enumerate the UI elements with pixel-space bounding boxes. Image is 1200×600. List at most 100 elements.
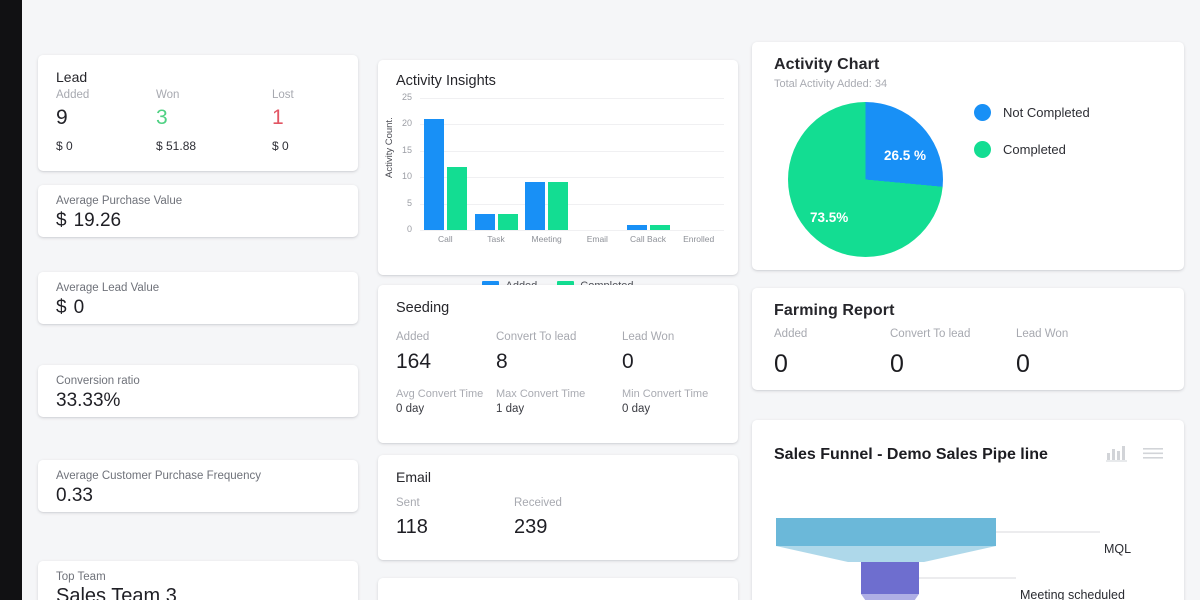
bar-chart-icon[interactable]: [1106, 444, 1128, 467]
funnel-taper-mql: [776, 546, 996, 562]
legend-label-not-completed: Not Completed: [1003, 105, 1090, 120]
lead-won-label: Won: [156, 89, 180, 101]
activity-insights-title: Activity Insights: [396, 73, 496, 89]
lead-lost-label: Lost: [272, 89, 294, 101]
farming-lead-won-label: Lead Won: [1016, 328, 1069, 340]
seeding-metrics-row: Added 164 Avg Convert Time 0 day Convert…: [378, 331, 738, 415]
sales-funnel-card: Sales Funnel - Demo Sales Pipe line MQL …: [752, 420, 1184, 600]
bar-group[interactable]: [674, 98, 724, 230]
dashboard-root: Lead Added 9 $ 0 Won 3 $ 51.88 Lost 1 $ …: [0, 0, 1200, 600]
average-lead-value-label: Average Lead Value: [56, 282, 160, 294]
activity-chart-title: Activity Chart: [774, 56, 880, 73]
bar-group[interactable]: [420, 98, 470, 230]
lead-lost-value: 1: [272, 106, 284, 129]
email-metric-sent: Sent 118: [378, 497, 514, 539]
average-lead-value-card: Average Lead Value $0: [38, 272, 358, 324]
seeding-card: Seeding Added 164 Avg Convert Time 0 day…: [378, 285, 738, 443]
bar-group[interactable]: [522, 98, 572, 230]
y-tick-label: 15: [401, 144, 412, 155]
seeding-convert-value: 8: [496, 350, 508, 373]
pie-label-completed: 73.5%: [810, 210, 849, 225]
farming-metrics-row: Added 0 Convert To lead 0 Lead Won 0: [752, 328, 1184, 379]
seeding-added-value: 164: [396, 350, 432, 373]
seeding-metric-lead-won: Lead Won 0 Min Convert Time 0 day: [622, 331, 738, 415]
seeding-convert-label: Convert To lead: [496, 331, 577, 343]
legend-item-not-completed[interactable]: Not Completed: [974, 104, 1090, 121]
bar-series-container: [420, 98, 724, 230]
seeding-metric-added: Added 164 Avg Convert Time 0 day: [378, 331, 496, 415]
sales-funnel-toolbar: [1106, 444, 1164, 467]
lead-added-value: 9: [56, 106, 68, 129]
email-metrics-row: Sent 118 Received 239: [378, 497, 738, 539]
farming-metric-convert-to-lead: Convert To lead 0: [890, 328, 1016, 379]
email-card-title: Email: [396, 469, 432, 485]
farming-convert-label: Convert To lead: [890, 328, 971, 340]
activity-chart-subtitle: Total Activity Added: 34: [774, 78, 888, 90]
funnel-label-meeting-scheduled: Meeting scheduled: [1020, 588, 1125, 600]
hamburger-menu-icon[interactable]: [1142, 445, 1164, 466]
bar-completed[interactable]: [649, 224, 670, 230]
farming-convert-value: 0: [890, 350, 904, 378]
average-customer-purchase-frequency-value: 0.33: [56, 485, 93, 506]
pie-chart[interactable]: 26.5 % 73.5%: [788, 102, 943, 257]
activity-insights-card: Activity Insights Activity Count. 0 5 10 15…: [378, 60, 738, 292]
bar-added[interactable]: [525, 182, 546, 230]
conversion-ratio-card: Conversion ratio 33.33%: [38, 365, 358, 417]
bar-group[interactable]: [623, 98, 673, 230]
max-convert-time-value: 1 day: [496, 403, 525, 415]
seeding-lead-won-label: Lead Won: [622, 331, 675, 343]
value-text: 0: [73, 297, 85, 318]
y-tick-label: 10: [401, 171, 412, 182]
average-customer-purchase-frequency-label: Average Customer Purchase Frequency: [56, 470, 261, 482]
bar-completed[interactable]: [548, 182, 569, 230]
lead-metric-added: Added 9 $ 0: [38, 89, 138, 153]
bar-group[interactable]: [471, 98, 521, 230]
y-tick-label: 20: [401, 118, 412, 129]
x-tick-label: Enrolled: [683, 234, 715, 244]
seeding-lead-won-value: 0: [622, 350, 634, 373]
pie-label-not-completed: 26.5 %: [884, 148, 927, 163]
farming-report-card: Farming Report Added 0 Convert To lead 0…: [752, 288, 1184, 390]
bar-completed[interactable]: [497, 214, 518, 230]
left-sidebar-strip[interactable]: [0, 0, 22, 600]
bar-completed[interactable]: [446, 166, 467, 230]
pie-chart-legend: Not Completed Completed: [974, 104, 1090, 178]
legend-item-completed[interactable]: Completed: [974, 141, 1090, 158]
farming-metric-lead-won: Lead Won 0: [1016, 328, 1136, 379]
currency-symbol: $: [56, 297, 67, 318]
avg-convert-time-value: 0 day: [396, 403, 425, 415]
top-team-value: Sales Team 3: [56, 585, 177, 600]
avg-convert-time-label: Avg Convert Time: [396, 388, 484, 400]
farming-added-value: 0: [774, 350, 788, 378]
y-tick-label: 25: [401, 92, 412, 102]
sales-funnel-title: Sales Funnel - Demo Sales Pipe line: [774, 446, 1048, 463]
lead-won-money: $ 51.88: [156, 139, 197, 153]
lead-added-label: Added: [56, 89, 90, 101]
activity-chart-card: Activity Chart Total Activity Added: 34 …: [752, 42, 1184, 270]
pie-shape: [788, 102, 943, 257]
bar-added[interactable]: [474, 214, 495, 230]
email-card: Email Sent 118 Received 239: [378, 455, 738, 560]
email-received-value: 239: [514, 516, 548, 538]
seeding-metric-convert-to-lead: Convert To lead 8 Max Convert Time 1 day: [496, 331, 622, 415]
legend-label-completed: Completed: [1003, 142, 1066, 157]
conversion-ratio-value: 33.33%: [56, 390, 121, 411]
lead-metrics-row: Added 9 $ 0 Won 3 $ 51.88 Lost 1 $ 0: [38, 89, 358, 153]
bar-group[interactable]: [572, 98, 622, 230]
gridline: [420, 230, 724, 231]
funnel-stage-meeting-scheduled: [861, 562, 919, 594]
lead-card-title: Lead: [56, 69, 88, 85]
bar-added[interactable]: [423, 119, 444, 230]
max-convert-time-label: Max Convert Time: [496, 388, 586, 400]
average-purchase-value-value: $19.26: [56, 210, 121, 232]
farming-lead-won-value: 0: [1016, 350, 1030, 378]
average-lead-value-value: $0: [56, 297, 84, 319]
bar-added[interactable]: [626, 224, 647, 230]
lead-lost-money: $ 0: [272, 139, 289, 153]
top-team-label: Top Team: [56, 571, 106, 583]
farming-report-title: Farming Report: [774, 302, 895, 319]
legend-dot-completed: [974, 141, 991, 158]
average-purchase-value-label: Average Purchase Value: [56, 195, 183, 207]
legend-dot-not-completed: [974, 104, 991, 121]
farming-metric-added: Added 0: [752, 328, 890, 379]
